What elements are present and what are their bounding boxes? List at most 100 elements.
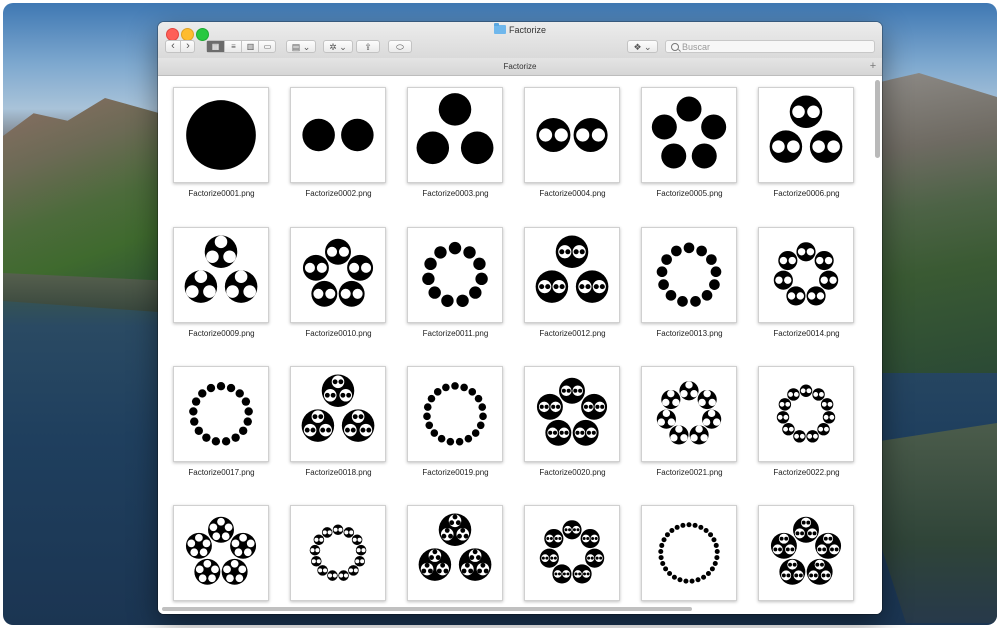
file-item[interactable]: Factorize0022.png xyxy=(748,355,865,485)
forward-button[interactable]: › xyxy=(180,41,195,52)
factor-dot xyxy=(680,434,688,442)
factor-dot xyxy=(783,414,789,420)
factor-dot xyxy=(809,573,814,578)
file-item[interactable] xyxy=(631,494,748,614)
file-thumbnail[interactable] xyxy=(641,87,737,183)
file-thumbnail[interactable] xyxy=(758,87,854,183)
vertical-scrollbar[interactable] xyxy=(875,80,880,158)
factor-dot xyxy=(583,572,587,576)
file-item[interactable] xyxy=(514,494,631,614)
file-thumbnail[interactable] xyxy=(641,227,737,323)
factor-dot xyxy=(214,235,228,249)
file-item[interactable]: Factorize0010.png xyxy=(280,216,397,346)
file-thumbnail[interactable] xyxy=(758,505,854,601)
factor-dot xyxy=(680,522,686,528)
factor-dot xyxy=(824,256,833,265)
factor-dot xyxy=(235,389,244,398)
factor-dot xyxy=(360,559,365,564)
file-item[interactable]: Factorize0019.png xyxy=(397,355,514,485)
file-thumbnail[interactable] xyxy=(524,366,620,462)
factorize-image xyxy=(769,95,843,163)
file-thumbnail[interactable] xyxy=(758,366,854,462)
factor-dot xyxy=(683,242,695,254)
search-field[interactable]: Buscar xyxy=(665,40,875,53)
file-thumbnail[interactable] xyxy=(407,227,503,323)
factor-dot xyxy=(554,537,558,541)
file-item[interactable]: Factorize0017.png xyxy=(163,355,280,485)
factor-dot xyxy=(246,539,255,548)
factor-dot xyxy=(794,433,799,439)
factor-dot xyxy=(689,578,695,584)
file-thumbnail[interactable] xyxy=(407,87,503,183)
factor-dot xyxy=(813,573,818,578)
view-icons-button[interactable]: ▦ xyxy=(207,41,224,52)
factor-dot xyxy=(194,426,204,435)
file-thumbnail[interactable] xyxy=(758,227,854,323)
factor-dot xyxy=(686,522,692,528)
factor-dot xyxy=(663,566,669,572)
dropbox-button[interactable]: ❖ ⌄ xyxy=(627,40,658,53)
file-thumbnail[interactable] xyxy=(641,366,737,462)
file-thumbnail[interactable] xyxy=(173,87,269,183)
file-thumbnail[interactable] xyxy=(524,227,620,323)
back-button[interactable]: ‹ xyxy=(166,41,180,52)
file-item[interactable]: Factorize0001.png xyxy=(163,76,280,206)
file-item[interactable]: Factorize0018.png xyxy=(280,355,397,485)
path-bar: Factorize + xyxy=(158,58,882,76)
file-thumbnail[interactable] xyxy=(290,505,386,601)
factor-dot xyxy=(416,131,450,165)
file-item[interactable] xyxy=(280,494,397,614)
file-thumbnail[interactable] xyxy=(524,505,620,601)
file-thumbnail[interactable] xyxy=(290,227,386,323)
factor-dot xyxy=(318,568,323,573)
file-thumbnail[interactable] xyxy=(407,505,503,601)
file-thumbnail[interactable] xyxy=(524,87,620,183)
factor-dot xyxy=(670,434,678,442)
file-item[interactable] xyxy=(748,494,865,614)
file-item[interactable] xyxy=(163,494,280,614)
file-item[interactable]: Factorize0012.png xyxy=(514,216,631,346)
view-gallery-button[interactable]: ▭ xyxy=(258,41,276,52)
factorize-image xyxy=(185,516,257,585)
file-thumbnail[interactable] xyxy=(290,366,386,462)
file-thumbnail[interactable] xyxy=(407,366,503,462)
file-item[interactable]: Factorize0013.png xyxy=(631,216,748,346)
share-button[interactable]: ⇪ xyxy=(356,40,380,53)
view-columns-button[interactable]: ▥ xyxy=(241,41,259,52)
factor-dot xyxy=(781,573,786,578)
file-item[interactable] xyxy=(397,494,514,614)
file-item[interactable]: Factorize0021.png xyxy=(631,355,748,485)
factor-dot xyxy=(549,537,553,541)
view-list-button[interactable]: ≡ xyxy=(224,41,242,52)
tags-button[interactable]: ⬭ xyxy=(388,40,412,53)
group-button[interactable]: ▤ ⌄ xyxy=(286,40,316,53)
file-item[interactable]: Factorize0020.png xyxy=(514,355,631,485)
factor-dot xyxy=(658,279,669,290)
file-item[interactable]: Factorize0011.png xyxy=(397,216,514,346)
action-button[interactable]: ✲ ⌄ xyxy=(323,40,353,53)
file-item[interactable]: Factorize0009.png xyxy=(163,216,280,346)
file-item[interactable]: Factorize0002.png xyxy=(280,76,397,206)
factor-dot xyxy=(221,437,231,446)
factor-dot xyxy=(551,404,556,409)
factor-dot xyxy=(422,272,435,286)
factorize-image xyxy=(184,235,258,303)
factor-dot xyxy=(437,434,446,443)
file-thumbnail[interactable] xyxy=(173,505,269,601)
file-thumbnail[interactable] xyxy=(290,87,386,183)
factor-dot xyxy=(834,547,839,552)
factor-dot xyxy=(190,548,199,557)
file-thumbnail[interactable] xyxy=(173,227,269,323)
factor-dot xyxy=(352,288,363,299)
file-item[interactable]: Factorize0005.png xyxy=(631,76,748,206)
factor-dot xyxy=(576,128,590,142)
file-item[interactable]: Factorize0014.png xyxy=(748,216,865,346)
file-item[interactable]: Factorize0006.png xyxy=(748,76,865,206)
back-forward-control: ‹ › xyxy=(165,40,195,53)
add-tab-button[interactable]: + xyxy=(867,60,879,72)
file-item[interactable]: Factorize0003.png xyxy=(397,76,514,206)
file-thumbnail[interactable] xyxy=(173,366,269,462)
factor-dot xyxy=(661,143,687,169)
file-item[interactable]: Factorize0004.png xyxy=(514,76,631,206)
file-thumbnail[interactable] xyxy=(641,505,737,601)
